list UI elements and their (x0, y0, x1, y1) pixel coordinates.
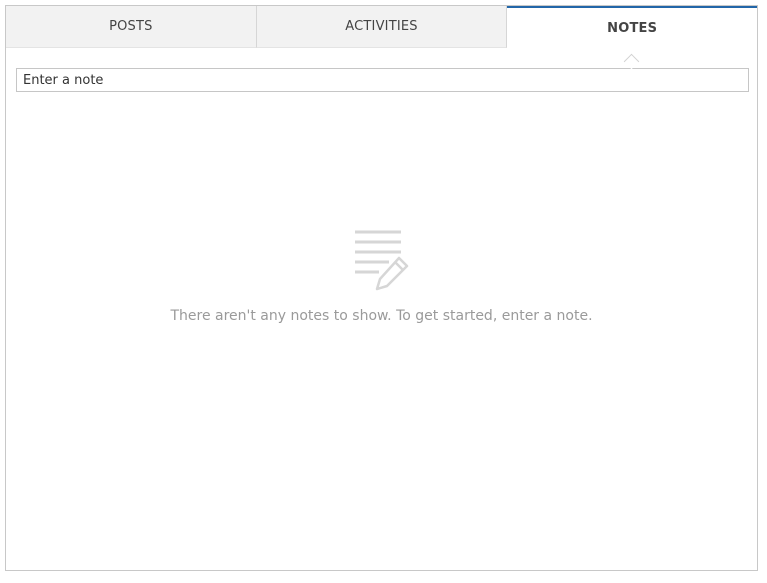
notes-pencil-icon (354, 230, 408, 291)
tab-notes[interactable]: NOTES (507, 6, 758, 70)
empty-state-message: There aren't any notes to show. To get s… (170, 308, 593, 324)
tab-activities-label: ACTIVITIES (345, 19, 418, 34)
tab-activities[interactable]: ACTIVITIES (256, 6, 508, 48)
empty-state: There aren't any notes to show. To get s… (6, 226, 757, 324)
active-tab-pointer (623, 53, 640, 70)
notes-panel: POSTS ACTIVITIES NOTES There aren't any (5, 5, 758, 571)
tab-posts-label: POSTS (109, 19, 153, 34)
tab-posts[interactable]: POSTS (6, 6, 257, 48)
tab-bar: POSTS ACTIVITIES NOTES (6, 6, 758, 70)
tab-notes-label: NOTES (607, 20, 658, 36)
note-input[interactable] (16, 68, 749, 92)
